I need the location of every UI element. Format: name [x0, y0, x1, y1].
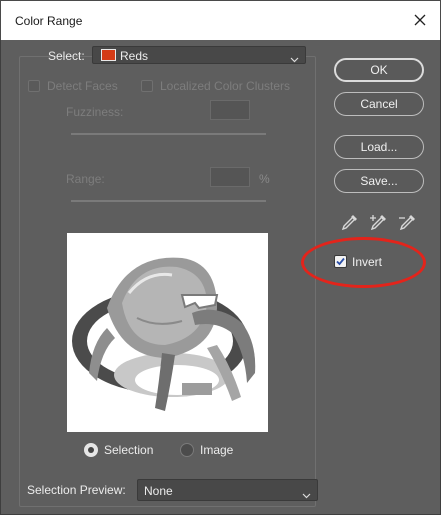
detect-faces-label: Detect Faces: [47, 79, 118, 93]
invert-checkbox[interactable]: [334, 255, 347, 268]
image-radio-label: Image: [200, 443, 234, 457]
save-button[interactable]: Save...: [334, 169, 424, 193]
color-swatch: [101, 49, 116, 61]
range-unit: %: [259, 172, 270, 186]
selection-preview-value: None: [144, 484, 173, 498]
invert-label: Invert: [352, 255, 383, 269]
fuzziness-label: Fuzziness:: [66, 105, 124, 119]
range-slider[interactable]: [71, 200, 266, 202]
detect-faces-checkbox[interactable]: [28, 80, 40, 92]
title-bar: Color Range: [0, 0, 441, 40]
chevron-down-icon: [290, 52, 299, 66]
range-label: Range:: [66, 172, 105, 186]
load-button[interactable]: Load...: [334, 135, 424, 159]
eyedropper-minus-icon[interactable]: [399, 213, 417, 231]
fuzziness-slider[interactable]: [71, 133, 266, 135]
selection-preview-dropdown[interactable]: None: [137, 479, 318, 501]
select-dropdown[interactable]: Reds: [92, 46, 306, 64]
selection-radio-label: Selection: [104, 443, 154, 457]
eyedropper-icon[interactable]: [341, 213, 359, 231]
range-input[interactable]: [210, 167, 250, 187]
fuzziness-input[interactable]: [210, 100, 250, 120]
eyedropper-plus-icon[interactable]: [370, 213, 388, 231]
selection-radio[interactable]: [84, 443, 98, 457]
close-icon[interactable]: [412, 12, 428, 28]
chevron-down-icon: [302, 488, 311, 502]
window-title: Color Range: [15, 14, 83, 28]
select-label: Select:: [48, 49, 85, 63]
selection-preview-image[interactable]: [67, 233, 268, 432]
localized-clusters-label: Localized Color Clusters: [160, 79, 291, 93]
selection-preview-label: Selection Preview:: [27, 483, 126, 497]
select-value: Reds: [120, 49, 149, 63]
ok-button[interactable]: OK: [334, 58, 424, 82]
cancel-button[interactable]: Cancel: [334, 92, 424, 116]
localized-clusters-checkbox[interactable]: [141, 80, 153, 92]
image-radio[interactable]: [180, 443, 194, 457]
